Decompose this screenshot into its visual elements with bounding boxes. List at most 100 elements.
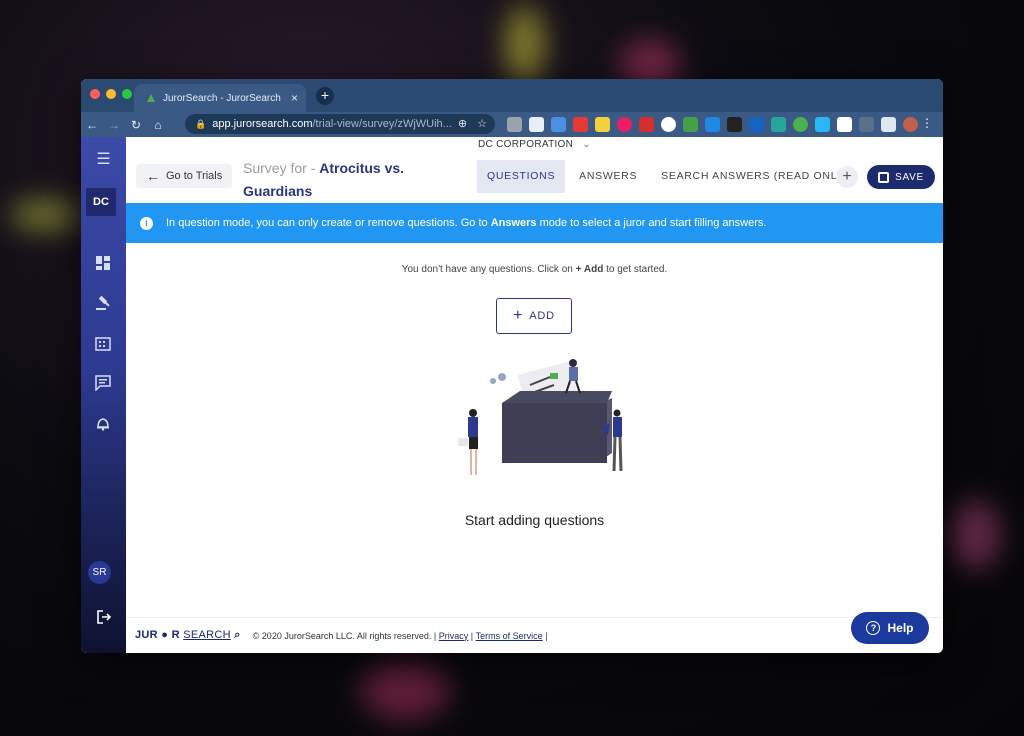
terms-link[interactable]: Terms of Service [476, 631, 543, 641]
survey-name-line1: Atrocitus vs. [319, 160, 405, 176]
chevron-down-icon: ⌄ [582, 139, 591, 150]
info-banner: i In question mode, you can only create … [126, 203, 943, 243]
page-header: ← Go to Trials Survey for - Atrocitus vs… [126, 152, 943, 203]
app-container: ☰ DC SR DC CORPORATION ⌄ ← Go to Trials [81, 137, 943, 653]
extension-icon[interactable] [639, 117, 654, 132]
jurorsearch-favicon-icon [147, 94, 155, 102]
tab-close-icon[interactable]: × [291, 91, 298, 105]
extension-icon[interactable] [859, 117, 874, 132]
tab-search-answers[interactable]: SEARCH ANSWERS (READ ONLY) [651, 160, 858, 193]
question-mark-icon: ? [866, 621, 881, 635]
help-label: Help [887, 621, 914, 635]
extension-icon[interactable] [507, 117, 522, 132]
address-bar[interactable]: 🔒 app.jurorsearch.com/trial-view/survey/… [185, 114, 495, 134]
new-tab-button[interactable]: + [316, 87, 334, 105]
arrow-left-icon: ← [146, 168, 160, 184]
profile-avatar-icon[interactable] [903, 117, 918, 132]
tab-title: JurorSearch - JurorSearch [163, 92, 281, 104]
user-avatar[interactable]: SR [88, 561, 111, 584]
browser-window: JurorSearch - JurorSearch × + ← → ↻ ⌂ 🔒 … [81, 79, 943, 653]
extension-icon[interactable] [595, 117, 610, 132]
save-label: SAVE [895, 171, 924, 183]
extension-icon[interactable] [617, 117, 632, 132]
extension-icon[interactable] [727, 117, 742, 132]
extension-icon[interactable] [837, 117, 852, 132]
info-icon: i [140, 216, 153, 230]
extension-icon[interactable] [573, 117, 588, 132]
person-circle-icon: ● [161, 629, 169, 641]
footer-separator: | [545, 630, 548, 641]
copyright-text: © 2020 JurorSearch LLC. All rights reser… [252, 630, 437, 641]
save-button[interactable]: SAVE [867, 165, 935, 189]
lock-icon: 🔒 [195, 118, 207, 129]
message-icon[interactable] [95, 375, 111, 391]
alarm-bell-icon[interactable] [95, 415, 111, 431]
start-adding-text: Start adding questions [464, 512, 605, 528]
browser-toolbar: ← → ↻ ⌂ 🔒 app.jurorsearch.com/trial-view… [81, 112, 943, 137]
workspace-badge[interactable]: DC [86, 188, 116, 216]
extension-icon[interactable] [771, 117, 786, 132]
back-arrow-icon[interactable]: ← [81, 118, 103, 132]
org-name: DC CORPORATION [478, 139, 574, 150]
background-splash [360, 660, 450, 720]
floppy-disk-icon [878, 171, 890, 183]
maximize-window-button[interactable] [122, 89, 132, 99]
add-question-button[interactable]: + ADD [496, 298, 572, 334]
main-panel: DC CORPORATION ⌄ ← Go to Trials Survey f… [126, 137, 943, 653]
extension-icon[interactable] [683, 117, 698, 132]
footer-separator: | [470, 630, 474, 641]
url-host: app.jurorsearch.com [212, 118, 313, 130]
mode-tabs: QUESTIONS ANSWERS SEARCH ANSWERS (READ O… [477, 160, 862, 193]
browser-tab-bar: JurorSearch - JurorSearch × + [81, 79, 943, 112]
extension-icon[interactable] [793, 117, 808, 132]
extension-icon[interactable] [529, 117, 544, 132]
questions-content: You don't have any questions. Click on +… [126, 243, 943, 618]
reload-icon[interactable]: ↻ [125, 118, 147, 132]
go-to-trials-button[interactable]: ← Go to Trials [136, 164, 233, 188]
forward-arrow-icon[interactable]: → [103, 118, 125, 132]
search-icon: ⌕ [234, 629, 241, 641]
survey-prefix: Survey for - [243, 160, 316, 176]
extension-icon[interactable] [551, 117, 566, 132]
background-splash [505, 5, 545, 85]
go-to-trials-label: Go to Trials [166, 170, 223, 182]
org-selector[interactable]: DC CORPORATION ⌄ [126, 137, 943, 152]
add-label: ADD [529, 310, 555, 322]
bookmark-star-icon[interactable]: ☆ [477, 117, 487, 130]
add-circle-button[interactable]: + [836, 166, 858, 188]
home-icon[interactable]: ⌂ [147, 118, 169, 132]
page-title: Survey for - Atrocitus vs. Guardians [243, 157, 404, 203]
empty-state-message: You don't have any questions. Click on +… [401, 264, 668, 275]
url-path: /trial-view/survey/zWjWUih... [312, 118, 452, 130]
browser-tab[interactable]: JurorSearch - JurorSearch × [134, 84, 306, 112]
extension-icon[interactable] [705, 117, 720, 132]
minimize-window-button[interactable] [106, 89, 116, 99]
extensions-bar [507, 117, 918, 132]
privacy-link[interactable]: Privacy [439, 631, 469, 641]
puzzle-extensions-icon[interactable] [881, 117, 896, 132]
footer: JUR ● R SEARCH ⌕ © 2020 JurorSearch LLC.… [126, 617, 943, 653]
gavel-icon[interactable] [95, 295, 111, 311]
background-splash [950, 500, 1000, 570]
window-controls [90, 89, 132, 99]
hamburger-menu-icon[interactable]: ☰ [81, 149, 126, 169]
add-circle-icon[interactable]: ⊕ [458, 117, 467, 130]
tab-answers[interactable]: ANSWERS [569, 160, 647, 193]
logout-icon[interactable] [96, 609, 112, 625]
close-window-button[interactable] [90, 89, 100, 99]
extension-icon[interactable] [661, 117, 676, 132]
survey-name-line2: Guardians [243, 183, 313, 199]
browser-menu-icon[interactable]: ⋮ [921, 116, 933, 130]
sidebar: ☰ DC SR [81, 137, 126, 653]
plus-icon: + [513, 307, 524, 324]
extension-icon[interactable] [815, 117, 830, 132]
tab-questions[interactable]: QUESTIONS [477, 160, 566, 193]
background-splash [10, 200, 80, 230]
jurorsearch-logo: JUR ● R SEARCH ⌕ [135, 629, 241, 641]
extension-icon[interactable] [749, 117, 764, 132]
building-icon[interactable] [95, 335, 111, 351]
dashboard-icon[interactable] [95, 255, 111, 271]
info-text: In question mode, you can only create or… [166, 217, 767, 229]
help-button[interactable]: ? Help [851, 612, 929, 644]
ballot-box-illustration [458, 359, 623, 475]
